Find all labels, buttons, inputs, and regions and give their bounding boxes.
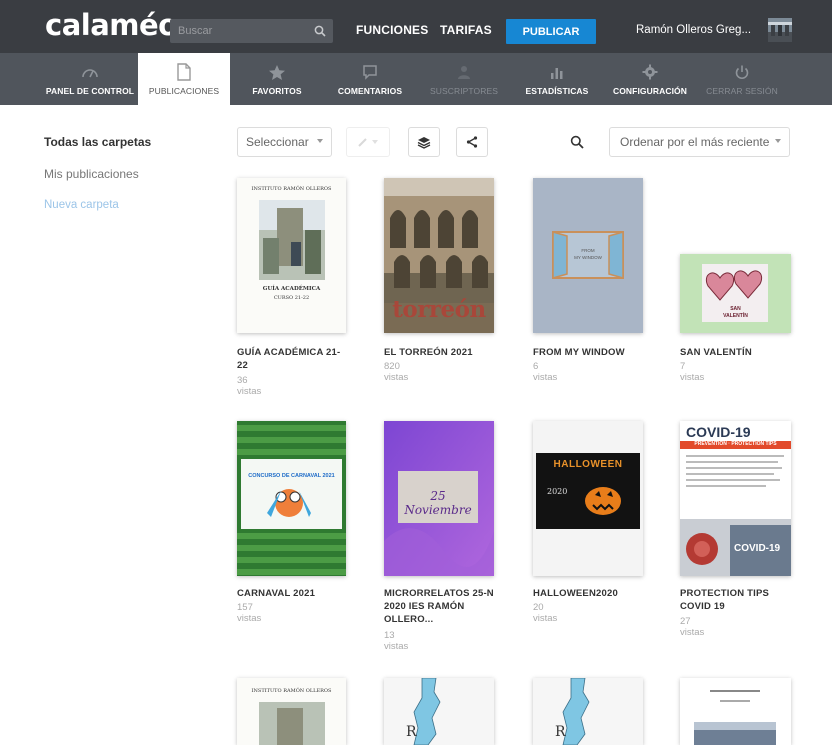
tab-label: ESTADÍSTICAS xyxy=(525,86,589,96)
comment-icon xyxy=(362,62,378,82)
folder-my-publications[interactable]: Mis publicaciones xyxy=(44,167,139,181)
search-icon xyxy=(570,135,584,149)
publication-cover[interactable]: CONCURSO DE CARNAVAL 2021 xyxy=(237,421,346,576)
cover-text: 25 Noviembre xyxy=(404,489,472,517)
avatar[interactable] xyxy=(768,18,792,42)
tab-label: CERRAR SESIÓN xyxy=(706,86,778,96)
publication-title[interactable]: HALLOWEEN2020 xyxy=(533,587,643,600)
cover-text: torreón xyxy=(392,296,486,323)
tab-comentarios[interactable]: COMENTARIOS xyxy=(332,53,408,105)
nav-funciones[interactable]: FUNCIONES xyxy=(356,23,428,37)
cover-text: CURSO 21-22 xyxy=(273,295,310,301)
cover-text: R xyxy=(406,724,417,740)
select-dropdown[interactable]: Seleccionar xyxy=(237,127,332,157)
chevron-down-icon xyxy=(317,139,323,143)
publication-cover[interactable]: COVID-19 PREVENTION · PROTECTION TIPS CO… xyxy=(680,421,791,576)
publication-title[interactable]: CARNAVAL 2021 xyxy=(237,587,347,600)
publication-cover[interactable]: R xyxy=(384,678,494,745)
publication-views: 6 vistas xyxy=(533,361,558,383)
cover-text: INSTITUTO RAMÓN OLLEROS xyxy=(251,688,332,694)
cover-text: CONCURSO DE CARNAVAL 2021 xyxy=(248,473,335,479)
tab-label: SUSCRIPTORES xyxy=(429,86,499,96)
search-publications-button[interactable] xyxy=(560,127,594,157)
publication-views: 20 vistas xyxy=(533,602,558,624)
cover-text: FROM xyxy=(581,248,595,253)
edit-button[interactable] xyxy=(346,127,390,157)
folder-all[interactable]: Todas las carpetas xyxy=(44,135,151,149)
share-button[interactable] xyxy=(456,127,488,157)
publication-title[interactable]: SAN VALENTÍN xyxy=(680,346,790,359)
cover-text: 2020 xyxy=(547,487,568,496)
publication-cover[interactable] xyxy=(680,678,791,745)
publication-cover[interactable]: SAN VALENTÍN xyxy=(680,254,791,333)
layers-button[interactable] xyxy=(408,127,440,157)
cover-text: SAN xyxy=(730,306,741,312)
chevron-down-icon xyxy=(775,139,781,143)
search-input[interactable] xyxy=(170,19,306,43)
cover-text: MY WINDOW xyxy=(574,255,602,260)
publication-views: 27 vistas xyxy=(680,616,705,638)
tab-favoritos[interactable]: FAVORITOS xyxy=(238,53,316,105)
cover-text: R xyxy=(555,724,566,740)
tab-label: PUBLICACIONES xyxy=(148,86,220,96)
power-icon xyxy=(734,62,750,82)
tab-label: FAVORITOS xyxy=(252,86,302,96)
publication-title[interactable]: GUÍA ACADÉMICA 21-22 xyxy=(237,346,347,372)
select-label: Seleccionar xyxy=(246,135,309,149)
tab-label: CONFIGURACIÓN xyxy=(612,86,688,96)
sort-dropdown[interactable]: Ordenar por el más reciente xyxy=(609,127,790,157)
publication-cover[interactable]: INSTITUTO RAMÓN OLLEROS GUÍA ACADÉMICA C… xyxy=(237,178,346,333)
tab-publicaciones[interactable]: PUBLICACIONES xyxy=(138,53,230,105)
publication-views: 820 vistas xyxy=(384,361,409,383)
publication-views: 7 vistas xyxy=(680,361,705,383)
bar-chart-icon xyxy=(549,62,565,82)
star-icon xyxy=(268,62,286,82)
search-box xyxy=(170,19,333,43)
tab-cerrar-sesion[interactable]: CERRAR SESIÓN xyxy=(702,53,782,105)
share-icon xyxy=(466,136,478,148)
nav-tarifas[interactable]: TARIFAS xyxy=(440,23,492,37)
user-name[interactable]: Ramón Olleros Greg... xyxy=(636,24,751,36)
tab-suscriptores[interactable]: SUSCRIPTORES xyxy=(424,53,504,105)
sort-label: Ordenar por el más reciente xyxy=(620,135,770,149)
cover-text: COVID-19 xyxy=(734,543,781,554)
publication-title[interactable]: PROTECTION TIPS COVID 19 xyxy=(680,587,790,613)
calameo-logo[interactable]: calaméo xyxy=(45,8,178,42)
tab-configuracion[interactable]: CONFIGURACIÓN xyxy=(608,53,692,105)
cover-text: INSTITUTO RAMÓN OLLEROS xyxy=(251,186,332,192)
cover-text: GUÍA ACADÉMICA xyxy=(262,286,321,292)
cover-text: PREVENTION · PROTECTION TIPS xyxy=(694,441,777,447)
search-icon xyxy=(314,25,326,37)
publication-cover[interactable]: torreón xyxy=(384,178,494,333)
publication-cover[interactable]: R xyxy=(533,678,643,745)
publication-title[interactable]: FROM MY WINDOW xyxy=(533,346,643,359)
dashboard-nav: PANEL DE CONTROL PUBLICACIONES FAVORITOS… xyxy=(0,53,832,105)
publication-views: 157 vistas xyxy=(237,602,262,624)
user-icon xyxy=(457,62,471,82)
new-folder-link[interactable]: Nueva carpeta xyxy=(44,199,119,211)
publication-cover[interactable]: 25 Noviembre xyxy=(384,421,494,576)
publication-cover[interactable]: HALLOWEEN 2020 xyxy=(533,421,643,576)
search-button[interactable] xyxy=(307,19,333,43)
tab-label: PANEL DE CONTROL xyxy=(45,86,135,96)
publication-views: 36 vistas xyxy=(237,375,262,397)
gauge-icon xyxy=(81,62,99,82)
layers-icon xyxy=(417,136,431,149)
gear-icon xyxy=(642,62,658,82)
cover-text: HALLOWEEN xyxy=(553,459,623,470)
publish-button[interactable]: PUBLICAR xyxy=(506,19,596,44)
pencil-icon xyxy=(358,138,378,147)
publication-cover[interactable]: INSTITUTO RAMÓN OLLEROS xyxy=(237,678,346,745)
cover-text: COVID-19 xyxy=(686,424,751,440)
tab-estadisticas[interactable]: ESTADÍSTICAS xyxy=(522,53,592,105)
publication-cover[interactable]: FROM MY WINDOW xyxy=(533,178,643,333)
top-bar: calaméo FUNCIONES TARIFAS PUBLICAR Ramón… xyxy=(0,0,832,53)
document-icon xyxy=(177,62,191,82)
publication-views: 13 vistas xyxy=(384,630,409,652)
publication-title[interactable]: MICRORRELATOS 25-N 2020 IES RAMÓN OLLERO… xyxy=(384,587,496,626)
tab-label: COMENTARIOS xyxy=(337,86,403,96)
publication-title[interactable]: EL TORREÓN 2021 xyxy=(384,346,494,359)
cover-text: VALENTÍN xyxy=(723,313,748,319)
tab-panel-de-control[interactable]: PANEL DE CONTROL xyxy=(44,53,136,105)
